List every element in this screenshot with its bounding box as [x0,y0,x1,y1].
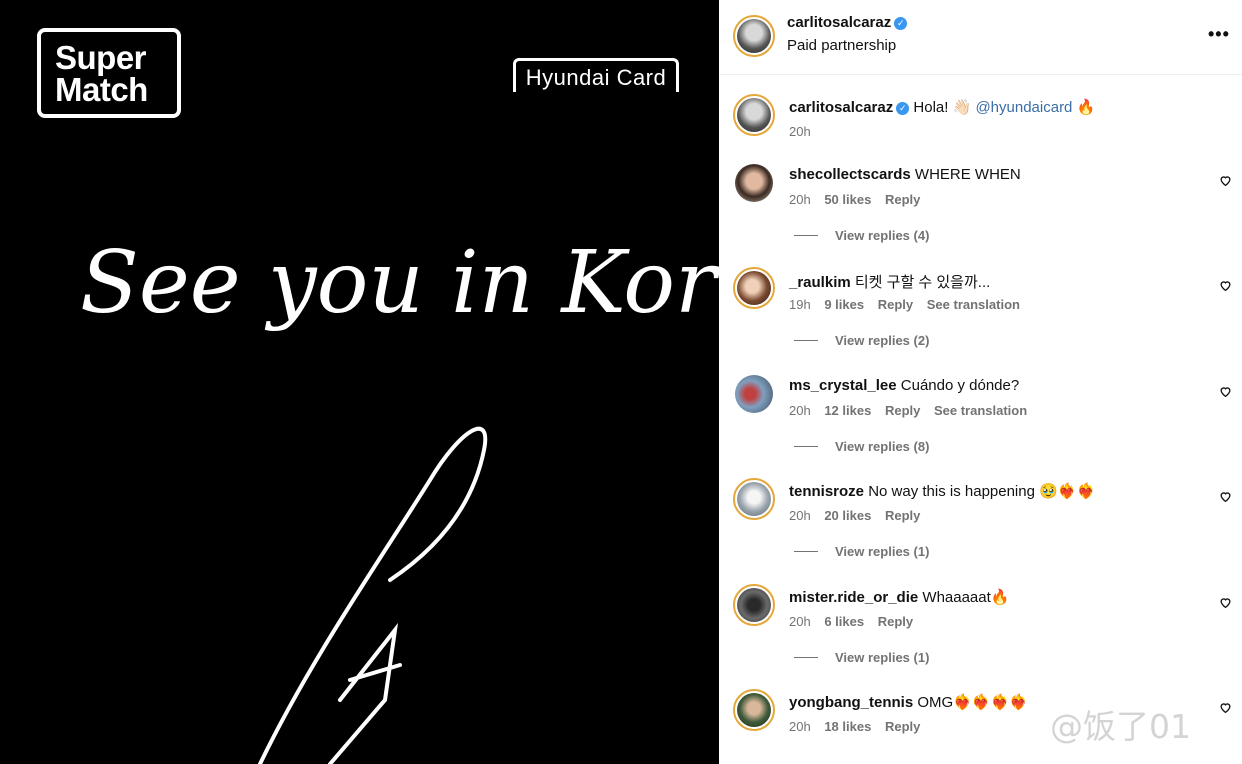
heart-icon[interactable] [1219,385,1232,398]
comment-time: 19h [789,297,811,312]
heart-icon[interactable] [1219,279,1232,292]
caption-meta: 20h [789,124,821,139]
avatar-photo [737,271,771,305]
comment-line: shecollectscards WHERE WHEN [789,166,1021,183]
comments-panel: carlitosalcaraz ✓ Paid partnership ••• ca… [719,0,1242,764]
comment-text: WHERE WHEN [914,166,1021,183]
caption-username[interactable]: carlitosalcaraz [789,99,893,116]
author-avatar[interactable] [733,15,775,57]
comment-likes[interactable]: 50 likes [824,192,871,207]
comment-time: 20h [789,403,811,418]
comment-username[interactable]: mister.ride_or_die [789,589,918,606]
comment-likes[interactable]: 12 likes [824,403,871,418]
comment-likes[interactable]: 20 likes [824,508,871,523]
comment-line: mister.ride_or_die Whaaaaat🔥 [789,588,1009,606]
see-translation-button[interactable]: See translation [934,403,1027,418]
comment-username[interactable]: tennisroze [789,483,864,500]
heart-icon[interactable] [1219,596,1232,609]
reply-button[interactable]: Reply [885,508,920,523]
see-translation-button[interactable]: See translation [927,297,1020,312]
caption-time: 20h [789,124,811,139]
post-header: carlitosalcaraz ✓ Paid partnership ••• [719,0,1242,75]
view-replies-button[interactable]: View replies (1) [794,650,929,665]
headline-text: See you in Korea! [80,233,719,333]
view-replies-button[interactable]: View replies (1) [794,544,929,559]
caption-avatar[interactable] [733,94,775,136]
comment-username[interactable]: _raulkim [789,274,851,291]
verified-badge-icon: ✓ [894,17,908,30]
author-name-row: carlitosalcaraz ✓ [787,14,908,31]
caption-text: Hola! 👋🏻 [913,99,972,116]
comment-meta: 20h 20 likes Reply [789,508,930,523]
replies-divider [794,340,818,341]
view-replies-button[interactable]: View replies (2) [794,333,929,348]
comment-text: No way this is happening 🥹❤️‍🔥❤️‍🔥 [868,483,1096,500]
comment-line: yongbang_tennis OMG❤️‍🔥❤️‍🔥❤️‍🔥❤️‍🔥 [789,693,1028,711]
comment-likes[interactable]: 9 likes [824,297,864,312]
reply-button[interactable]: Reply [878,614,913,629]
view-replies-label: View replies (4) [835,228,930,243]
replies-divider [794,551,818,552]
verified-badge-icon: ✓ [896,102,910,115]
comment-time: 20h [789,508,811,523]
avatar-photo [737,482,771,516]
commenter-avatar[interactable] [733,689,775,731]
caption-mention-link[interactable]: @hyundaicard [975,99,1072,116]
reply-button[interactable]: Reply [885,192,920,207]
comment-meta: 20h 6 likes Reply [789,614,923,629]
comment-text: Whaaaaat🔥 [922,589,1010,606]
replies-divider [794,657,818,658]
comment-username[interactable]: ms_crystal_lee [789,377,897,394]
reply-button[interactable]: Reply [885,719,920,734]
comment-time: 20h [789,192,811,207]
comment-time: 20h [789,614,811,629]
view-replies-label: View replies (8) [835,439,930,454]
commenter-avatar[interactable] [733,267,775,309]
post-image: Super Match Hyundai Card See you in Kore… [0,0,719,764]
comment-meta: 20h 18 likes Reply [789,719,930,734]
commenter-avatar[interactable] [733,584,775,626]
comment-text: 티켓 구할 수 있을까... [854,274,991,291]
fire-emoji: 🔥 [1076,99,1096,116]
avatar-photo [737,693,771,727]
more-options-icon[interactable]: ••• [1208,24,1230,45]
view-replies-button[interactable]: View replies (4) [794,228,929,243]
headline-art: See you in Korea! [80,233,719,764]
author-username[interactable]: carlitosalcaraz [787,14,891,31]
comment-line: tennisroze No way this is happening 🥹❤️‍… [789,482,1095,500]
comment-likes[interactable]: 6 likes [824,614,864,629]
comment-username[interactable]: yongbang_tennis [789,694,913,711]
comment-text: Cuándo y dónde? [900,377,1020,394]
heart-icon[interactable] [1219,701,1232,714]
commenter-avatar[interactable] [735,164,773,202]
comment-line: ms_crystal_lee Cuándo y dónde? [789,377,1019,394]
comment-meta: 19h 9 likes Reply See translation [789,297,1030,312]
paid-partnership-label[interactable]: Paid partnership [787,37,896,54]
comment-meta: 20h 12 likes Reply See translation [789,403,1037,418]
reply-button[interactable]: Reply [885,403,920,418]
avatar-photo [737,588,771,622]
avatar-photo [737,98,771,132]
comment-time: 20h [789,719,811,734]
commenter-avatar[interactable] [733,478,775,520]
comment-username[interactable]: shecollectscards [789,166,911,183]
reply-button[interactable]: Reply [878,297,913,312]
comment-likes[interactable]: 18 likes [824,719,871,734]
comment-meta: 20h 50 likes Reply [789,192,930,207]
heart-icon[interactable] [1219,174,1232,187]
comment-text: OMG❤️‍🔥❤️‍🔥❤️‍🔥❤️‍🔥 [917,694,1028,711]
watermark: @饭了01 [1050,707,1191,746]
replies-divider [794,235,818,236]
view-replies-label: View replies (1) [835,650,930,665]
avatar-photo [737,19,771,53]
view-replies-label: View replies (2) [835,333,930,348]
comment-line: _raulkim 티켓 구할 수 있을까... [789,271,990,292]
caption-line: carlitosalcaraz ✓ Hola! 👋🏻 @hyundaicard 🔥 [789,98,1095,116]
heart-icon[interactable] [1219,490,1232,503]
replies-divider [794,446,818,447]
commenter-avatar[interactable] [735,375,773,413]
view-replies-label: View replies (1) [835,544,930,559]
view-replies-button[interactable]: View replies (8) [794,439,929,454]
signature-initial [328,622,402,764]
